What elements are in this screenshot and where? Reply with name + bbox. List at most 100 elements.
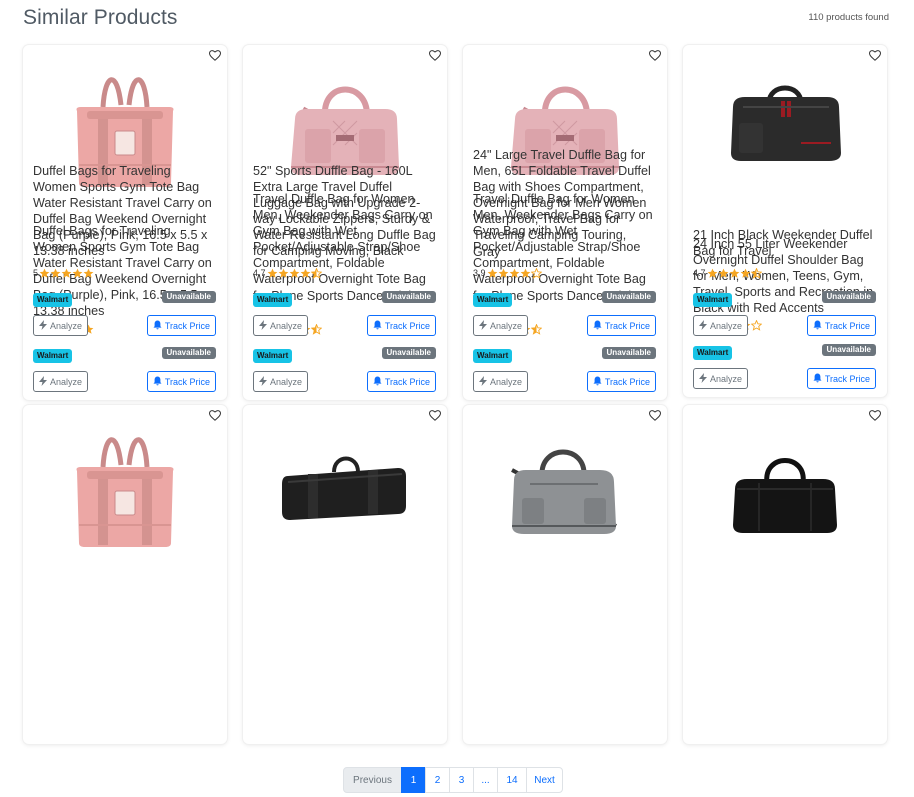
star-full-icon [267,268,277,278]
product-title[interactable]: 52" Sports Duffle Bag - 160L Extra Large… [253,163,437,260]
analyze-label: Analyze [270,320,303,331]
lightning-icon [39,375,50,388]
star-full-icon [509,268,519,278]
page-button-14[interactable]: 14 [497,767,527,793]
analyze-button[interactable]: Analyze [693,368,749,389]
track-price-button[interactable]: Track Price [806,368,876,389]
product-image[interactable] [243,415,447,565]
page-button-3[interactable]: 3 [449,767,474,793]
star-half-icon [750,267,762,279]
star-full-icon [729,268,739,278]
analyze-label: Analyze [490,376,523,387]
product-card[interactable]: 24 Inch 55 Liter Weekender Overnight Duf… [683,45,887,397]
lightning-icon [479,319,490,332]
analyze-label: Analyze [490,320,523,331]
pagination: Previous 1 2 3 ... 14 Next [343,767,563,793]
track-price-button[interactable]: Track Price [366,315,436,336]
product-image[interactable] [683,415,887,565]
track-price-label: Track Price [384,320,430,331]
star-full-icon [289,268,299,278]
analyze-button[interactable]: Analyze [33,371,89,392]
bell-icon [153,376,165,388]
track-price-button[interactable]: Track Price [146,315,216,336]
lightning-icon [699,372,710,385]
star-empty-icon [530,267,542,279]
page-button-2[interactable]: 2 [425,767,450,793]
store-badge: Walmart [693,293,733,307]
product-image[interactable] [683,55,887,185]
star-full-icon [707,268,717,278]
rating-stars [487,267,542,279]
availability-badge: Unavailable [601,347,656,359]
star-full-icon [278,268,288,278]
store-badge: Walmart [33,349,73,363]
analyze-button[interactable]: Analyze [693,315,749,336]
bell-icon [593,376,605,388]
rating-value: 4.7 [253,268,266,278]
product-title[interactable]: Duffel Bags for Traveling Women Sports G… [33,163,217,260]
lightning-icon [479,375,490,388]
analyze-button[interactable]: Analyze [33,315,89,336]
track-price-button[interactable]: Track Price [366,371,436,392]
black-duffel-bag-red-accents-icon [723,73,848,168]
star-full-icon [718,268,728,278]
bell-icon [813,373,825,385]
analyze-button[interactable]: Analyze [473,315,529,336]
rating-value: 4.7 [693,268,706,278]
next-page-button[interactable]: Next [526,767,563,793]
star-full-icon [83,268,94,278]
store-badge: Walmart [253,293,293,307]
page-title: Similar Products [23,6,178,29]
track-price-button[interactable]: Track Price [586,371,656,392]
track-price-label: Track Price [604,320,650,331]
long-black-duffle-bag-icon [278,450,413,530]
lightning-icon [259,319,270,332]
star-half-icon [530,323,542,335]
track-price-label: Track Price [164,376,210,387]
product-card[interactable]: 52" Sports Duffle Bag - 160L Extra Large… [243,164,447,744]
star-full-icon [487,268,497,278]
product-card[interactable]: 21 Inch Black Weekender Duffel Bag for T… [683,228,887,744]
store-badge: Walmart [473,293,513,307]
black-weekender-bag-icon [723,443,848,538]
star-half-icon [310,323,322,335]
availability-badge: Unavailable [161,291,216,303]
previous-page-button[interactable]: Previous [343,767,402,793]
product-image[interactable] [23,415,227,565]
star-empty-icon [750,319,762,331]
product-rating: 4.7 [693,267,762,279]
star-full-icon [300,268,310,278]
pink-foldable-tote-bag-icon [65,425,185,555]
rating-value: 5 [33,268,39,278]
lightning-icon [699,319,710,332]
gray-duffle-bag-icon [500,440,630,540]
analyze-button[interactable]: Analyze [253,371,309,392]
analyze-label: Analyze [50,320,83,331]
page-button-1[interactable]: 1 [401,767,426,793]
rating-value: 3.9 [473,268,486,278]
lightning-icon [39,319,50,332]
product-rating: 3.9 [473,267,542,279]
bell-icon [593,320,605,332]
product-card[interactable]: 24" Large Travel Duffle Bag for Men, 65L… [463,148,667,744]
star-full-icon [61,268,72,278]
star-full-icon [50,268,61,278]
track-price-button[interactable]: Track Price [146,371,216,392]
track-price-label: Track Price [384,376,430,387]
analyze-label: Analyze [710,373,743,384]
product-card[interactable]: Duffel Bags for Traveling Women Sports G… [23,164,227,744]
analyze-button[interactable]: Analyze [253,315,309,336]
results-header: Similar Products 110 products found [23,6,889,32]
store-badge: Walmart [253,349,293,363]
analyze-label: Analyze [50,376,83,387]
track-price-label: Track Price [824,373,870,384]
availability-badge: Unavailable [381,347,436,359]
product-title[interactable]: 21 Inch Black Weekender Duffel Bag for T… [693,227,877,259]
bell-icon [813,320,825,332]
product-image[interactable] [463,415,667,565]
star-full-icon [740,268,750,278]
analyze-button[interactable]: Analyze [473,371,529,392]
track-price-button[interactable]: Track Price [586,315,656,336]
product-title[interactable]: 24" Large Travel Duffle Bag for Men, 65L… [473,147,657,260]
track-price-button[interactable]: Track Price [806,315,876,336]
